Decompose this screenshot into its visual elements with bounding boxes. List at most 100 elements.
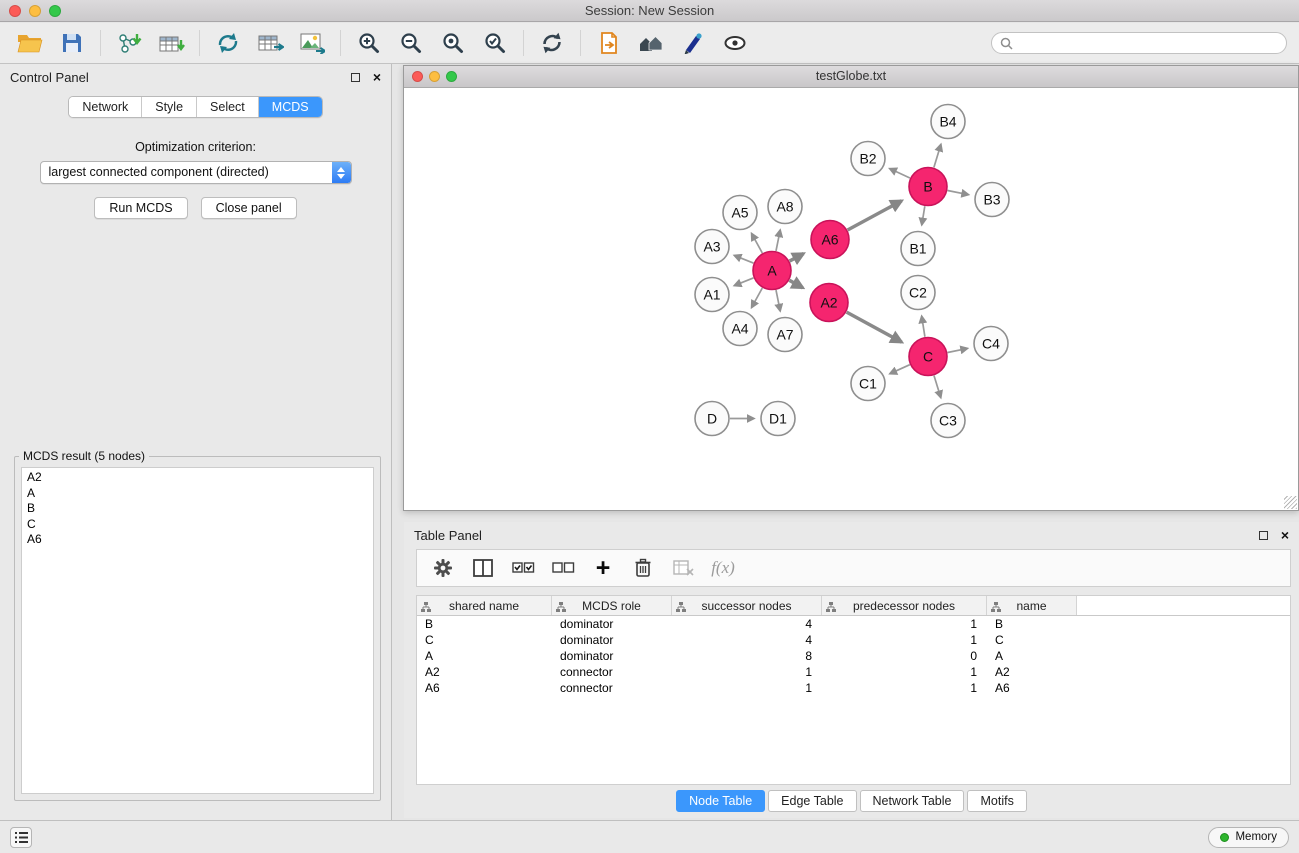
- edge-B-B1[interactable]: [922, 206, 925, 225]
- table-cell[interactable]: 1: [822, 632, 987, 648]
- table-cell[interactable]: A2: [417, 664, 552, 680]
- node-A7[interactable]: A7: [768, 318, 802, 352]
- add-column-button[interactable]: +: [591, 555, 615, 581]
- export-network-button[interactable]: [210, 27, 246, 59]
- minimize-network-window-icon[interactable]: [429, 71, 440, 82]
- close-panel-icon[interactable]: ×: [373, 72, 381, 82]
- edge-A-A8[interactable]: [776, 230, 780, 251]
- column-header-name[interactable]: name: [987, 596, 1077, 615]
- tab-style[interactable]: Style: [142, 97, 197, 117]
- network-canvas[interactable]: B4B2BB3A5A8A6B1A3AC2A1A2A4A7C4CC1C3DD1: [404, 88, 1298, 510]
- table-row[interactable]: A6connector11A6: [417, 680, 1290, 696]
- close-panel-button[interactable]: Close panel: [201, 197, 297, 219]
- edge-C-C4[interactable]: [948, 348, 968, 352]
- table-row[interactable]: Adominator80A: [417, 648, 1290, 664]
- criterion-dropdown[interactable]: largest connected component (directed): [40, 161, 352, 184]
- import-network-file-button[interactable]: [111, 27, 147, 59]
- table-cell[interactable]: A6: [417, 680, 552, 696]
- task-history-button[interactable]: [10, 827, 32, 848]
- table-cell[interactable]: A6: [987, 680, 1077, 696]
- edge-A-A1[interactable]: [734, 278, 753, 286]
- mcds-result-item[interactable]: C: [22, 517, 373, 533]
- table-cell[interactable]: B: [987, 616, 1077, 632]
- close-network-window-icon[interactable]: [412, 71, 423, 82]
- zoom-out-button[interactable]: [393, 27, 429, 59]
- float-panel-icon[interactable]: [351, 73, 360, 82]
- node-C1[interactable]: C1: [851, 367, 885, 401]
- table-cell[interactable]: A: [417, 648, 552, 664]
- table-cell[interactable]: 8: [672, 648, 822, 664]
- mcds-result-item[interactable]: A: [22, 486, 373, 502]
- edge-A-A5[interactable]: [752, 234, 763, 254]
- export-table-button[interactable]: [252, 27, 288, 59]
- column-chooser-button[interactable]: [471, 555, 495, 581]
- search-input[interactable]: [1018, 36, 1278, 50]
- table-settings-button[interactable]: [431, 555, 455, 581]
- table-cell[interactable]: 1: [672, 664, 822, 680]
- node-A4[interactable]: A4: [723, 312, 757, 346]
- mcds-result-item[interactable]: A6: [22, 532, 373, 548]
- resize-grip[interactable]: [1284, 496, 1297, 509]
- edge-A-A2[interactable]: [789, 280, 802, 288]
- table-cell[interactable]: C: [417, 632, 552, 648]
- home-button[interactable]: [633, 27, 669, 59]
- style-button[interactable]: [675, 27, 711, 59]
- float-table-panel-icon[interactable]: [1259, 531, 1268, 540]
- mcds-result-list[interactable]: A2ABCA6: [21, 467, 374, 794]
- table-cell[interactable]: dominator: [552, 648, 672, 664]
- mcds-result-item[interactable]: B: [22, 501, 373, 517]
- edge-B-B3[interactable]: [948, 191, 969, 195]
- column-header-mcds-role[interactable]: MCDS role: [552, 596, 672, 615]
- table-cell[interactable]: 0: [822, 648, 987, 664]
- node-B3[interactable]: B3: [975, 183, 1009, 217]
- edge-B-B4[interactable]: [934, 144, 941, 167]
- table-cell[interactable]: A2: [987, 664, 1077, 680]
- zoom-in-button[interactable]: [351, 27, 387, 59]
- delete-table-button[interactable]: [671, 555, 695, 581]
- table-cell[interactable]: B: [417, 616, 552, 632]
- node-A1[interactable]: A1: [695, 278, 729, 312]
- node-A6[interactable]: A6: [811, 221, 849, 259]
- network-graph[interactable]: B4B2BB3A5A8A6B1A3AC2A1A2A4A7C4CC1C3DD1: [404, 88, 1298, 510]
- tab-network[interactable]: Network: [69, 97, 142, 117]
- deselect-all-rows-button[interactable]: [551, 555, 575, 581]
- run-mcds-button[interactable]: Run MCDS: [94, 197, 187, 219]
- table-cell[interactable]: dominator: [552, 616, 672, 632]
- zoom-network-window-icon[interactable]: [446, 71, 457, 82]
- node-B2[interactable]: B2: [851, 142, 885, 176]
- node-A5[interactable]: A5: [723, 196, 757, 230]
- zoom-fit-button[interactable]: [435, 27, 471, 59]
- export-image-button[interactable]: [294, 27, 330, 59]
- column-header-predecessor-nodes[interactable]: predecessor nodes: [822, 596, 987, 615]
- table-cell[interactable]: 4: [672, 632, 822, 648]
- node-B[interactable]: B: [909, 168, 947, 206]
- close-window-icon[interactable]: [9, 5, 21, 17]
- show-hide-button[interactable]: [717, 27, 753, 59]
- table-cell[interactable]: connector: [552, 664, 672, 680]
- table-cell[interactable]: 1: [822, 664, 987, 680]
- edge-A-A3[interactable]: [734, 255, 753, 263]
- edge-A2-C[interactable]: [847, 312, 902, 342]
- table-cell[interactable]: 4: [672, 616, 822, 632]
- apply-layout-button[interactable]: [534, 27, 570, 59]
- network-document-button[interactable]: [591, 27, 627, 59]
- function-builder-button[interactable]: f(x): [711, 555, 735, 581]
- close-table-panel-icon[interactable]: ×: [1281, 530, 1289, 540]
- mcds-result-item[interactable]: A2: [22, 470, 373, 486]
- edge-A6-B[interactable]: [848, 201, 902, 230]
- minimize-window-icon[interactable]: [29, 5, 41, 17]
- table-cell[interactable]: 1: [822, 616, 987, 632]
- node-A8[interactable]: A8: [768, 190, 802, 224]
- table-cell[interactable]: 1: [822, 680, 987, 696]
- table-row[interactable]: Bdominator41B: [417, 616, 1290, 632]
- node-C3[interactable]: C3: [931, 404, 965, 438]
- edge-A-A7[interactable]: [776, 290, 780, 311]
- tab-select[interactable]: Select: [197, 97, 259, 117]
- node-C[interactable]: C: [909, 338, 947, 376]
- edge-A-A4[interactable]: [752, 288, 763, 308]
- node-C2[interactable]: C2: [901, 276, 935, 310]
- edge-A-A6[interactable]: [790, 254, 804, 262]
- node-A3[interactable]: A3: [695, 230, 729, 264]
- tab-node-table[interactable]: Node Table: [676, 790, 765, 812]
- edge-C-C2[interactable]: [922, 316, 925, 337]
